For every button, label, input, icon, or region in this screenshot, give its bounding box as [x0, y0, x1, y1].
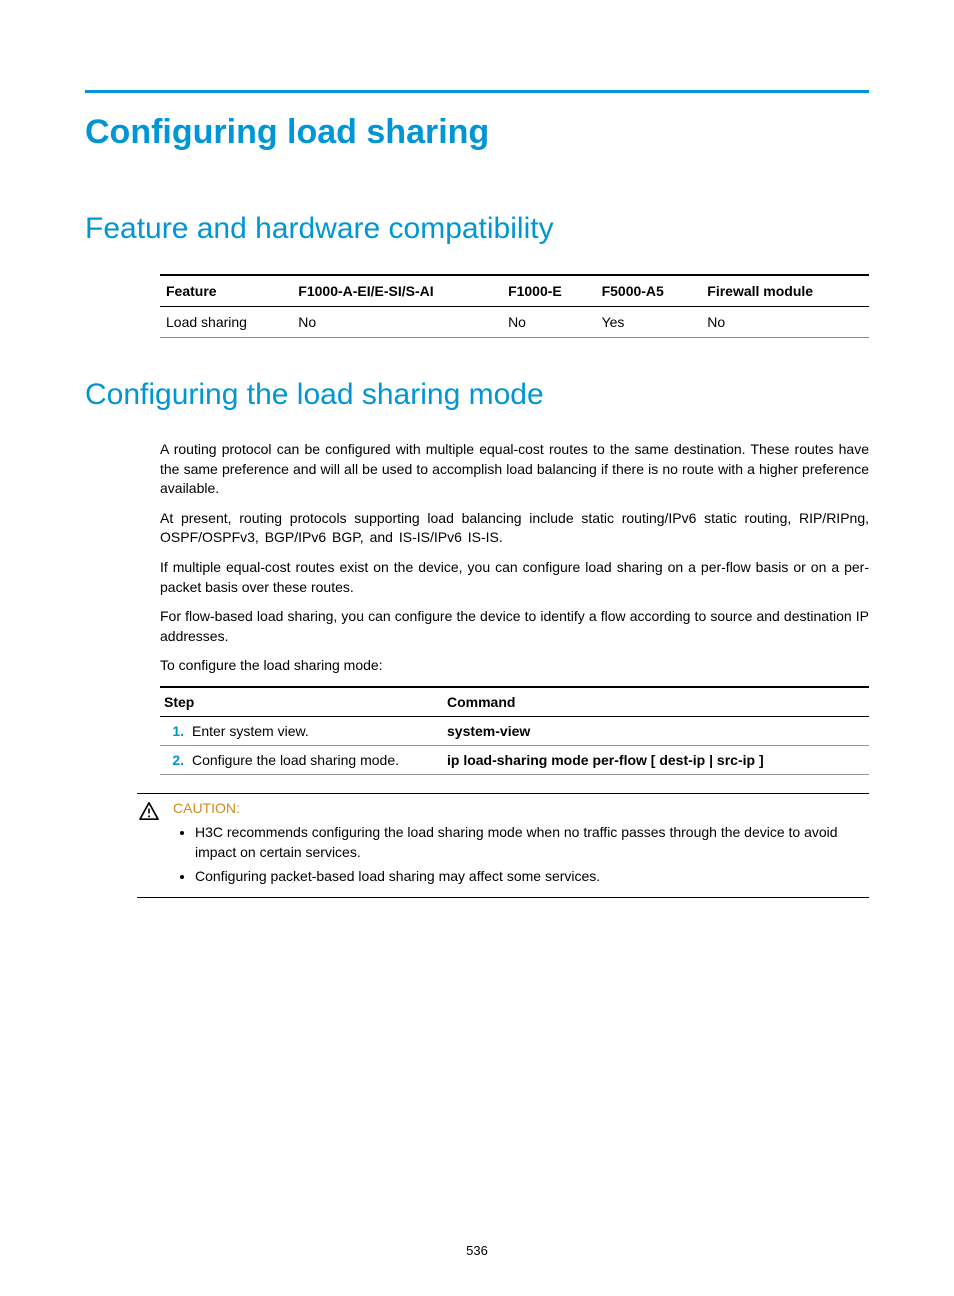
- paragraph: A routing protocol can be configured wit…: [160, 440, 869, 499]
- th-feature: Feature: [160, 275, 292, 307]
- th-f5000a5: F5000-A5: [596, 275, 702, 307]
- list-item: H3C recommends configuring the load shar…: [195, 822, 869, 863]
- cell-c2: No: [502, 307, 596, 338]
- step-description: Configure the load sharing mode.: [188, 745, 443, 774]
- section-heading-config: Configuring the load sharing mode: [85, 378, 869, 412]
- th-step: Step: [160, 687, 443, 717]
- caution-icon: [137, 800, 161, 889]
- paragraph: If multiple equal-cost routes exist on t…: [160, 558, 869, 597]
- caution-list: H3C recommends configuring the load shar…: [173, 822, 869, 886]
- cell-c3: Yes: [596, 307, 702, 338]
- top-rule: [85, 90, 869, 93]
- step-description: Enter system view.: [188, 716, 443, 745]
- caution-label: CAUTION:: [173, 800, 869, 816]
- page-number: 536: [0, 1243, 954, 1258]
- paragraph: At present, routing protocols supporting…: [160, 509, 869, 548]
- step-number: 1.: [160, 716, 188, 745]
- paragraph: To configure the load sharing mode:: [160, 656, 869, 676]
- table-header-row: Feature F1000-A-EI/E-SI/S-AI F1000-E F50…: [160, 275, 869, 307]
- paragraph: For flow-based load sharing, you can con…: [160, 607, 869, 646]
- step-command: ip load-sharing mode per-flow [ dest-ip …: [443, 745, 869, 774]
- cell-feature: Load sharing: [160, 307, 292, 338]
- th-firewall: Firewall module: [701, 275, 869, 307]
- list-item: Configuring packet-based load sharing ma…: [195, 866, 869, 886]
- th-command: Command: [443, 687, 869, 717]
- compat-table: Feature F1000-A-EI/E-SI/S-AI F1000-E F50…: [160, 274, 869, 338]
- th-f1000a: F1000-A-EI/E-SI/S-AI: [292, 275, 502, 307]
- th-f1000e: F1000-E: [502, 275, 596, 307]
- cell-c1: No: [292, 307, 502, 338]
- cell-c4: No: [701, 307, 869, 338]
- steps-table: Step Command 1. Enter system view. syste…: [160, 686, 869, 775]
- table-row: Load sharing No No Yes No: [160, 307, 869, 338]
- table-header-row: Step Command: [160, 687, 869, 717]
- step-command: system-view: [443, 716, 869, 745]
- step-number: 2.: [160, 745, 188, 774]
- table-row: 1. Enter system view. system-view: [160, 716, 869, 745]
- table-row: 2. Configure the load sharing mode. ip l…: [160, 745, 869, 774]
- section-heading-compat: Feature and hardware compatibility: [85, 212, 869, 246]
- page-title: Configuring load sharing: [85, 113, 869, 152]
